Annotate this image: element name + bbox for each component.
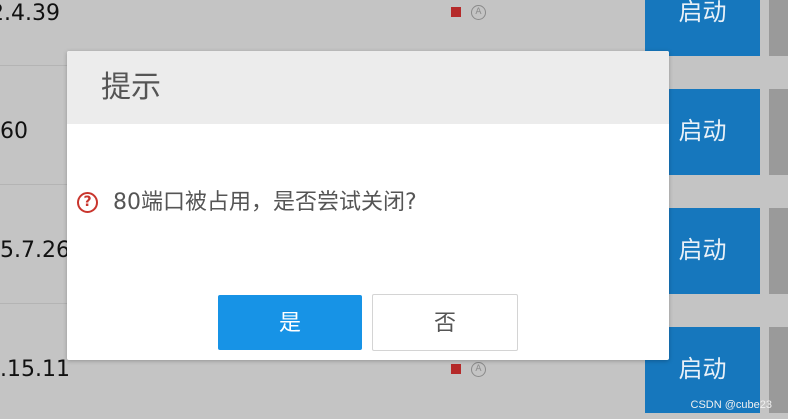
confirm-dialog: 提示 ? 80端口被占用，是否尝试关闭? 是 否 (67, 51, 669, 360)
side-action-button[interactable] (769, 208, 788, 294)
no-button[interactable]: 否 (372, 294, 518, 351)
auto-start-circle-icon: A (471, 362, 486, 377)
start-button[interactable]: 启动 (645, 0, 760, 56)
question-circle-icon: ? (77, 192, 98, 213)
dialog-title: 提示 (101, 70, 161, 105)
auto-start-circle-icon: A (471, 5, 486, 20)
dialog-message: 80端口被占用，是否尝试关闭? (113, 190, 417, 215)
dialog-header: 提示 (67, 51, 669, 124)
side-action-button[interactable] (769, 0, 788, 56)
service-version: 2.4.39 (0, 1, 60, 26)
service-version: 5.7.26 (0, 238, 70, 263)
stopped-square-icon (451, 7, 461, 17)
watermark: CSDN @cube23 (690, 399, 772, 411)
service-version: 60 (0, 119, 28, 144)
stopped-square-icon (451, 364, 461, 374)
yes-button[interactable]: 是 (218, 295, 362, 350)
side-action-button[interactable] (769, 89, 788, 175)
service-version: .15.11 (0, 357, 70, 382)
